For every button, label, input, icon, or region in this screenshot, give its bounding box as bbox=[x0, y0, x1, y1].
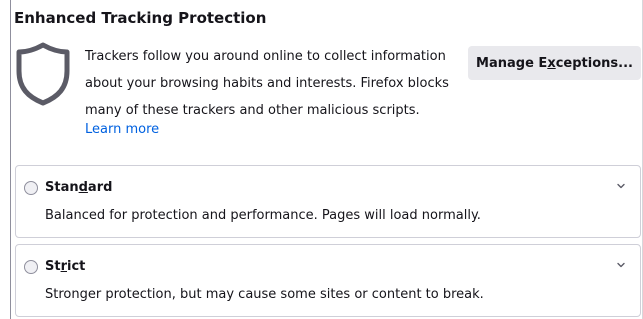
standard-radio[interactable] bbox=[24, 181, 38, 195]
manage-exceptions-button[interactable]: Manage Exceptions... bbox=[468, 46, 641, 80]
strict-option-card[interactable]: Strict Stronger protection, but may caus… bbox=[15, 244, 641, 317]
strict-radio[interactable] bbox=[24, 260, 38, 274]
description-line: many of these trackers and other malicio… bbox=[85, 103, 420, 118]
left-frame-divider bbox=[10, 0, 11, 319]
strict-label-end: ict bbox=[67, 259, 86, 274]
description-line: Trackers follow you around online to col… bbox=[85, 49, 446, 64]
manage-exceptions-accesskey: x bbox=[547, 55, 556, 71]
learn-more-link[interactable]: Learn more bbox=[85, 122, 159, 137]
standard-label[interactable]: Standard bbox=[45, 180, 112, 195]
manage-exceptions-label-start: Manage E bbox=[476, 55, 548, 71]
strict-description: Stronger protection, but may cause some … bbox=[45, 287, 484, 302]
strict-label[interactable]: Strict bbox=[45, 259, 85, 274]
shield-icon bbox=[16, 42, 70, 106]
section-title: Enhanced Tracking Protection bbox=[14, 9, 267, 27]
strict-label-start: St bbox=[45, 259, 61, 274]
chevron-down-icon[interactable] bbox=[614, 179, 628, 193]
section-description: Trackers follow you around online to col… bbox=[85, 43, 475, 124]
standard-label-start: Stan bbox=[45, 180, 79, 195]
standard-option-card[interactable]: Standard Balanced for protection and per… bbox=[15, 165, 641, 238]
standard-label-end: ard bbox=[87, 180, 113, 195]
description-line: about your browsing habits and interests… bbox=[85, 76, 449, 91]
standard-description: Balanced for protection and performance.… bbox=[45, 208, 481, 223]
standard-label-accesskey: d bbox=[78, 180, 88, 195]
manage-exceptions-label-end: ceptions... bbox=[555, 55, 633, 71]
chevron-down-icon[interactable] bbox=[614, 258, 628, 272]
